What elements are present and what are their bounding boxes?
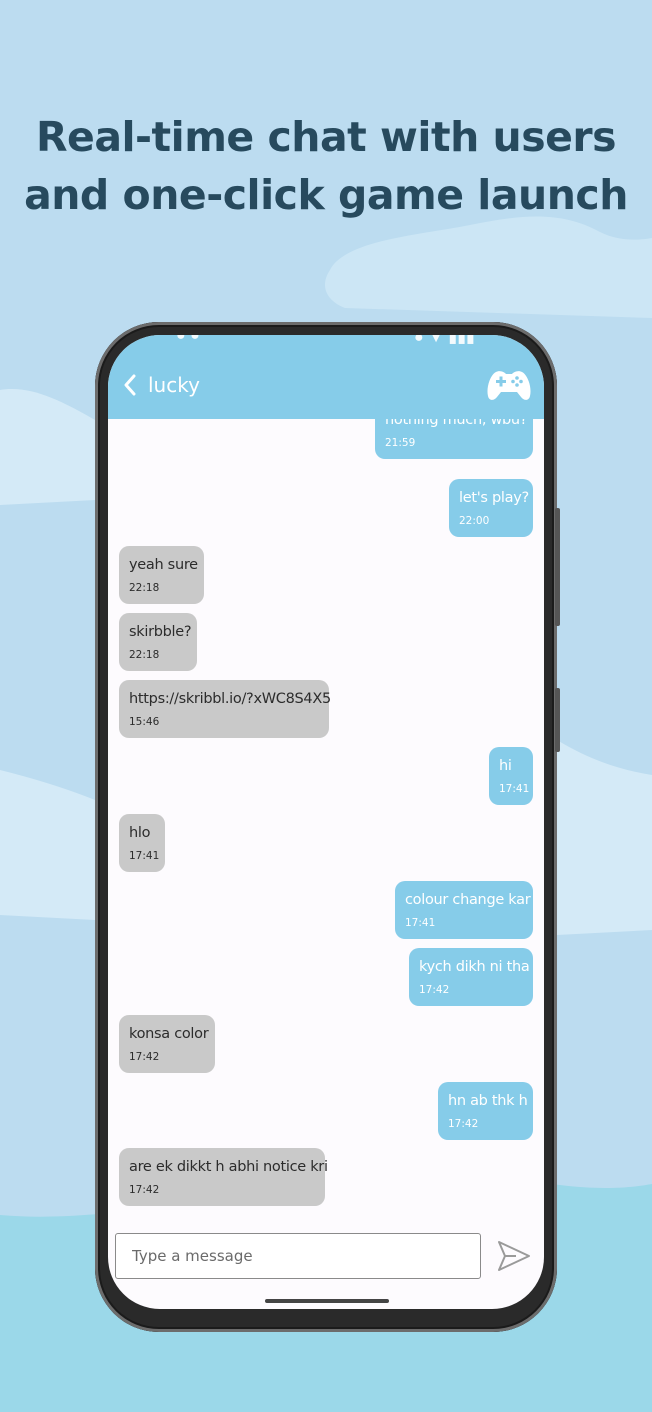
message-time: 22:18 — [129, 582, 160, 594]
message-bubble-sent: nothing much, wbu? 21:59 — [375, 419, 533, 459]
message-time: 17:42 — [129, 1184, 160, 1196]
status-bar: ● ● — [176, 335, 200, 344]
message-time: 17:41 — [129, 850, 160, 862]
message-bubble-received: skirbble? 22:18 — [119, 613, 197, 671]
message-time: 17:41 — [499, 783, 530, 795]
message-time: 22:00 — [459, 515, 490, 527]
message-bubble-sent: kych dikh ni tha 17:42 — [409, 948, 533, 1006]
message-text: nothing much, wbu? — [385, 419, 528, 428]
message-time: 22:18 — [129, 649, 160, 661]
gamepad-icon[interactable] — [486, 368, 532, 402]
chevron-left-icon[interactable] — [122, 374, 138, 396]
status-bar-right: ● ▼ ▮▮▮ — [414, 335, 475, 346]
message-time: 17:41 — [405, 917, 436, 929]
message-time: 17:42 — [419, 984, 450, 996]
message-text: konsa color — [129, 1026, 209, 1042]
app-bar: ● ● ● ▼ ▮▮▮ lucky — [108, 335, 544, 419]
message-bubble-received: are ek dikkt h abhi notice kri 17:42 — [119, 1148, 328, 1206]
headline-line-1: Real-time chat with users — [35, 113, 617, 161]
message-text: hlo — [129, 825, 151, 841]
message-bubble-sent: hn ab thk h 17:42 — [438, 1082, 533, 1140]
message-text: skirbble? — [129, 624, 192, 640]
message-text: hn ab thk h — [448, 1093, 528, 1109]
message-bubble-received: https://skribbl.io/?xWC8S4X5 15:46 — [119, 680, 331, 738]
message-link[interactable]: https://skribbl.io/?xWC8S4X5 — [129, 691, 331, 707]
message-bubble-sent: colour change kar 17:41 — [395, 881, 533, 939]
message-text: yeah sure — [129, 557, 198, 573]
message-bubble-sent: let's play? 22:00 — [449, 479, 533, 537]
home-indicator[interactable] — [265, 1299, 389, 1303]
message-text: let's play? — [459, 490, 529, 506]
message-input[interactable] — [115, 1233, 481, 1279]
message-text: colour change kar — [405, 892, 531, 908]
message-bubble-sent: hi 17:41 — [489, 747, 533, 805]
message-time: 17:42 — [448, 1118, 479, 1130]
send-icon[interactable] — [496, 1239, 532, 1273]
phone-screen: ● ● ● ▼ ▮▮▮ lucky nothing much, wbu? 21:… — [108, 335, 544, 1309]
message-text: hi — [499, 758, 512, 774]
power-button — [555, 508, 560, 626]
message-time: 21:59 — [385, 437, 416, 449]
contact-name[interactable]: lucky — [148, 373, 200, 397]
headline: Real-time chat with users and one-click … — [0, 108, 652, 224]
message-time: 15:46 — [129, 716, 160, 728]
message-text: are ek dikkt h abhi notice kri — [129, 1159, 328, 1175]
volume-button — [555, 688, 560, 752]
message-time: 17:42 — [129, 1051, 160, 1063]
message-bubble-received: yeah sure 22:18 — [119, 546, 204, 604]
message-bubble-received: hlo 17:41 — [119, 814, 165, 872]
message-list[interactable]: nothing much, wbu? 21:59 let's play? 22:… — [108, 419, 544, 1219]
message-text: kych dikh ni tha — [419, 959, 530, 975]
message-bubble-received: konsa color 17:42 — [119, 1015, 215, 1073]
headline-line-2: and one-click game launch — [24, 171, 628, 219]
